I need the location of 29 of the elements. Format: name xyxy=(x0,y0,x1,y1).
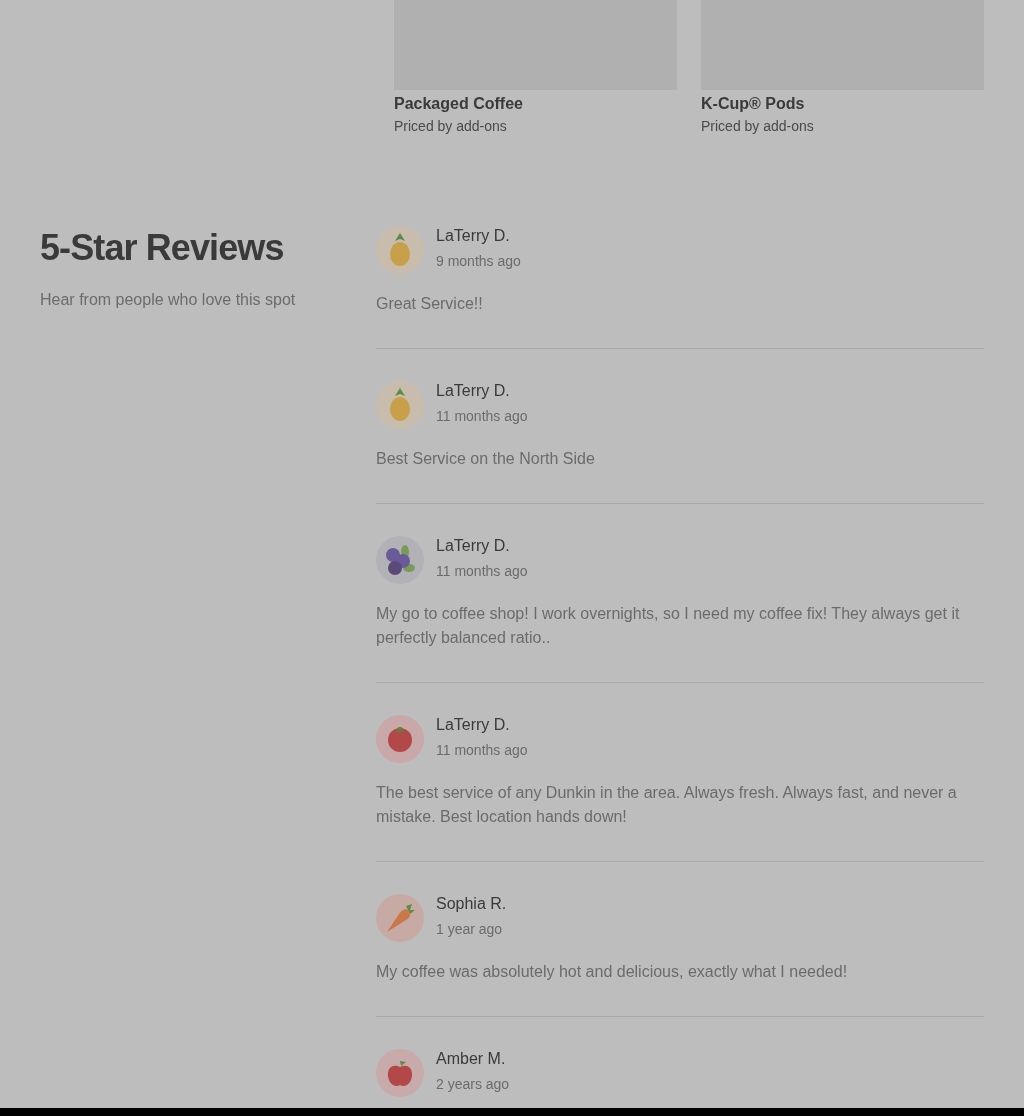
review-text: Best Service on the North Side xyxy=(376,449,596,469)
carrot-icon xyxy=(384,902,416,934)
review-text: Great Service!! xyxy=(376,294,484,314)
review-time: 11 months ago xyxy=(436,407,528,426)
review-time: 11 months ago xyxy=(436,562,528,581)
apple-icon xyxy=(386,1058,414,1088)
reviewer-name: Sophia R. xyxy=(436,894,507,914)
reviewer-name: LaTerry D. xyxy=(436,226,510,246)
review-time: 1 year ago xyxy=(436,920,503,939)
product-price: Priced by add-ons xyxy=(701,117,814,136)
product-name[interactable]: Packaged Coffee xyxy=(394,94,523,114)
reviewer-name: Amber M. xyxy=(436,1049,506,1069)
review-time: 2 years ago xyxy=(436,1075,510,1094)
section-title: 5-Star Reviews xyxy=(40,228,285,268)
reviewer-name: LaTerry D. xyxy=(436,715,510,735)
reviewer-name: LaTerry D. xyxy=(436,536,510,556)
review-time: 11 months ago xyxy=(436,741,528,760)
review-time: 9 months ago xyxy=(436,252,521,271)
product-price: Priced by add-ons xyxy=(394,117,507,136)
blueberry-icon xyxy=(385,544,415,576)
pineapple-icon xyxy=(387,233,413,267)
reviewer-name: LaTerry D. xyxy=(436,381,510,401)
section-subtitle: Hear from people who love this spot xyxy=(40,290,297,310)
pineapple-icon xyxy=(387,388,413,422)
product-name[interactable]: K-Cup® Pods xyxy=(701,94,805,114)
tomato-icon xyxy=(387,726,413,752)
review-text: My go to coffee shop! I work overnights, so I need my coffee fix! They always get it perfectly balanced ratio.. xyxy=(376,604,961,648)
review-text: My coffee was absolutely hot and delicious, exactly what I needed! xyxy=(376,962,849,982)
review-text: The best service of any Dunkin in the area. Always fresh. Always fast, and never a mistake. Best location hands down! xyxy=(376,783,958,827)
